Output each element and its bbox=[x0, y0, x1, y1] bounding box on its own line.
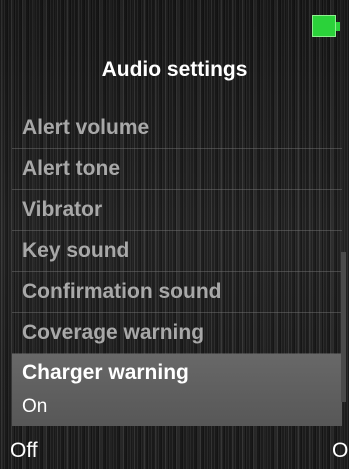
menu-item-vibrator[interactable]: Vibrator bbox=[12, 190, 342, 231]
page-title: Audio settings bbox=[101, 58, 248, 81]
menu-item-label: Key sound bbox=[22, 239, 130, 262]
menu-item-charger-warning[interactable]: Charger warning On bbox=[12, 354, 342, 426]
menu-item-key-sound[interactable]: Key sound bbox=[12, 231, 342, 272]
menu-item-coverage-warning[interactable]: Coverage warning bbox=[12, 313, 342, 354]
softkey-right-on[interactable]: On bbox=[332, 438, 349, 464]
menu-item-value: On bbox=[22, 396, 48, 417]
settings-menu: Alert volume Alert tone Vibrator Key sou… bbox=[12, 108, 342, 426]
menu-item-label: Coverage warning bbox=[22, 321, 205, 344]
phone-screen: Audio settings Alert volume Alert tone V… bbox=[0, 0, 349, 469]
battery-icon bbox=[312, 15, 340, 37]
menu-item-label: Alert tone bbox=[22, 157, 121, 180]
scrollbar[interactable] bbox=[341, 252, 346, 402]
menu-item-label: Confirmation sound bbox=[22, 280, 222, 303]
menu-item-confirmation-sound[interactable]: Confirmation sound bbox=[12, 272, 342, 313]
menu-item-alert-volume[interactable]: Alert volume bbox=[12, 108, 342, 149]
softkey-left-off[interactable]: Off bbox=[10, 438, 38, 464]
menu-item-alert-tone[interactable]: Alert tone bbox=[12, 149, 342, 190]
menu-item-label: Charger warning bbox=[22, 361, 189, 384]
menu-item-label: Alert volume bbox=[22, 116, 150, 139]
menu-item-label: Vibrator bbox=[22, 198, 103, 221]
